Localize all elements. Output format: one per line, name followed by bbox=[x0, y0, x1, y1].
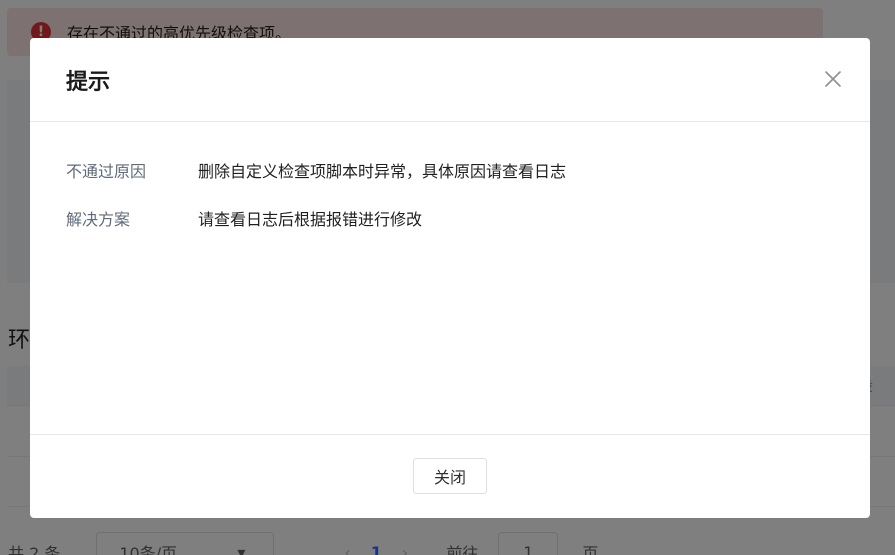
dialog-header: 提示 bbox=[30, 38, 870, 122]
hint-dialog: 提示 不通过原因 删除自定义检查项脚本时异常，具体原因请查看日志 解决方案 请查… bbox=[30, 38, 870, 518]
page: ! 存在不通过的高优先级检查项。 环 设 共 2 条 10条/页 ▾ ‹ 1 ›… bbox=[0, 0, 895, 555]
solution-value: 请查看日志后根据报错进行修改 bbox=[198, 210, 423, 229]
dialog-body: 不通过原因 删除自定义检查项脚本时异常，具体原因请查看日志 解决方案 请查看日志… bbox=[30, 122, 870, 434]
close-button[interactable]: 关闭 bbox=[413, 458, 487, 494]
fail-reason-row: 不通过原因 删除自定义检查项脚本时异常，具体原因请查看日志 bbox=[66, 158, 834, 182]
dialog-title: 提示 bbox=[66, 69, 111, 95]
fail-reason-label: 不通过原因 bbox=[66, 162, 147, 181]
dialog-footer: 关闭 bbox=[30, 434, 870, 517]
solution-row: 解决方案 请查看日志后根据报错进行修改 bbox=[66, 206, 834, 230]
fail-reason-value: 删除自定义检查项脚本时异常，具体原因请查看日志 bbox=[198, 162, 567, 181]
close-icon[interactable] bbox=[822, 68, 844, 90]
solution-label: 解决方案 bbox=[66, 210, 131, 229]
